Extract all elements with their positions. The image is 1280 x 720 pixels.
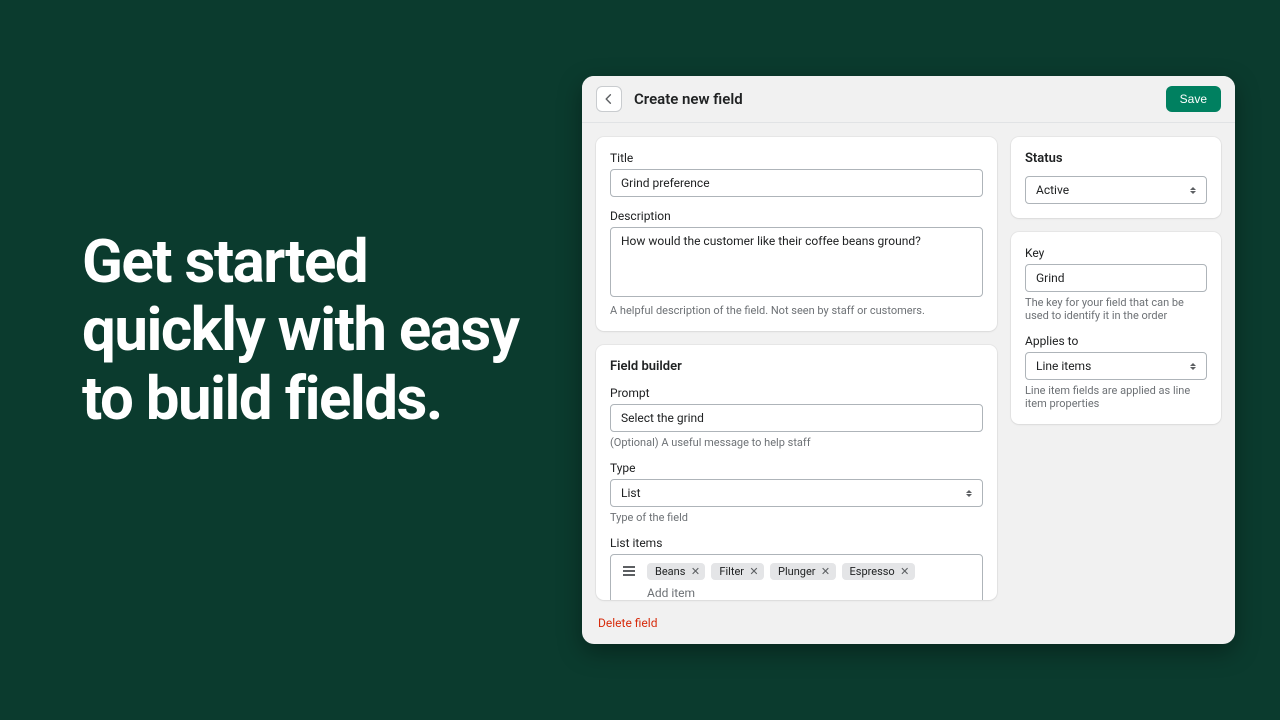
type-select[interactable]: List bbox=[610, 479, 983, 507]
delete-field-link[interactable]: Delete field bbox=[596, 616, 997, 630]
list-item-tag: Filter✕ bbox=[711, 563, 764, 580]
list-items-input[interactable]: Beans✕ Filter✕ Plunger✕ Espresso✕ Add it… bbox=[610, 554, 983, 600]
status-card: Status Active bbox=[1011, 137, 1221, 218]
type-helper: Type of the field bbox=[610, 511, 983, 524]
description-input[interactable]: How would the customer like their coffee… bbox=[610, 227, 983, 297]
select-caret-icon bbox=[1190, 187, 1196, 194]
key-helper: The key for your field that can be used … bbox=[1025, 296, 1207, 322]
prompt-helper: (Optional) A useful message to help staf… bbox=[610, 436, 983, 449]
applies-to-value: Line items bbox=[1036, 359, 1091, 373]
basic-info-card: Title Description How would the customer… bbox=[596, 137, 997, 331]
prompt-input[interactable] bbox=[610, 404, 983, 432]
save-button[interactable]: Save bbox=[1166, 86, 1221, 112]
add-item-input[interactable]: Add item bbox=[647, 586, 972, 600]
type-label: Type bbox=[610, 461, 983, 475]
remove-tag-icon[interactable]: ✕ bbox=[899, 566, 911, 578]
remove-tag-icon[interactable]: ✕ bbox=[689, 566, 701, 578]
key-label: Key bbox=[1025, 246, 1207, 260]
select-caret-icon bbox=[966, 490, 972, 497]
applies-to-label: Applies to bbox=[1025, 334, 1207, 348]
create-field-modal: Create new field Save Title Description … bbox=[582, 76, 1235, 644]
field-builder-heading: Field builder bbox=[610, 359, 983, 374]
field-builder-card: Field builder Prompt (Optional) A useful… bbox=[596, 345, 997, 600]
remove-tag-icon[interactable]: ✕ bbox=[820, 566, 832, 578]
list-item-tag: Beans✕ bbox=[647, 563, 705, 580]
list-item-tag: Espresso✕ bbox=[842, 563, 915, 580]
type-value: List bbox=[621, 486, 641, 500]
prompt-label: Prompt bbox=[610, 386, 983, 400]
key-card: Key The key for your field that can be u… bbox=[1011, 232, 1221, 424]
back-button[interactable] bbox=[596, 86, 622, 112]
status-heading: Status bbox=[1025, 151, 1207, 166]
title-input[interactable] bbox=[610, 169, 983, 197]
title-label: Title bbox=[610, 151, 983, 165]
remove-tag-icon[interactable]: ✕ bbox=[748, 566, 760, 578]
applies-to-select[interactable]: Line items bbox=[1025, 352, 1207, 380]
modal-body: Title Description How would the customer… bbox=[582, 123, 1235, 644]
modal-header: Create new field Save bbox=[582, 76, 1235, 123]
key-input[interactable] bbox=[1025, 264, 1207, 292]
status-select[interactable]: Active bbox=[1025, 176, 1207, 204]
list-items-label: List items bbox=[610, 536, 983, 550]
modal-title: Create new field bbox=[634, 90, 1166, 108]
hero-headline: Get started quickly with easy to build f… bbox=[82, 228, 542, 433]
tag-row: Beans✕ Filter✕ Plunger✕ Espresso✕ bbox=[647, 563, 972, 580]
status-value: Active bbox=[1036, 183, 1069, 197]
select-caret-icon bbox=[1190, 363, 1196, 370]
list-item-tag: Plunger✕ bbox=[770, 563, 836, 580]
list-icon bbox=[621, 563, 637, 579]
description-label: Description bbox=[610, 209, 983, 223]
applies-to-helper: Line item fields are applied as line ite… bbox=[1025, 384, 1207, 410]
arrow-left-icon bbox=[602, 92, 616, 106]
description-helper: A helpful description of the field. Not … bbox=[610, 304, 983, 317]
